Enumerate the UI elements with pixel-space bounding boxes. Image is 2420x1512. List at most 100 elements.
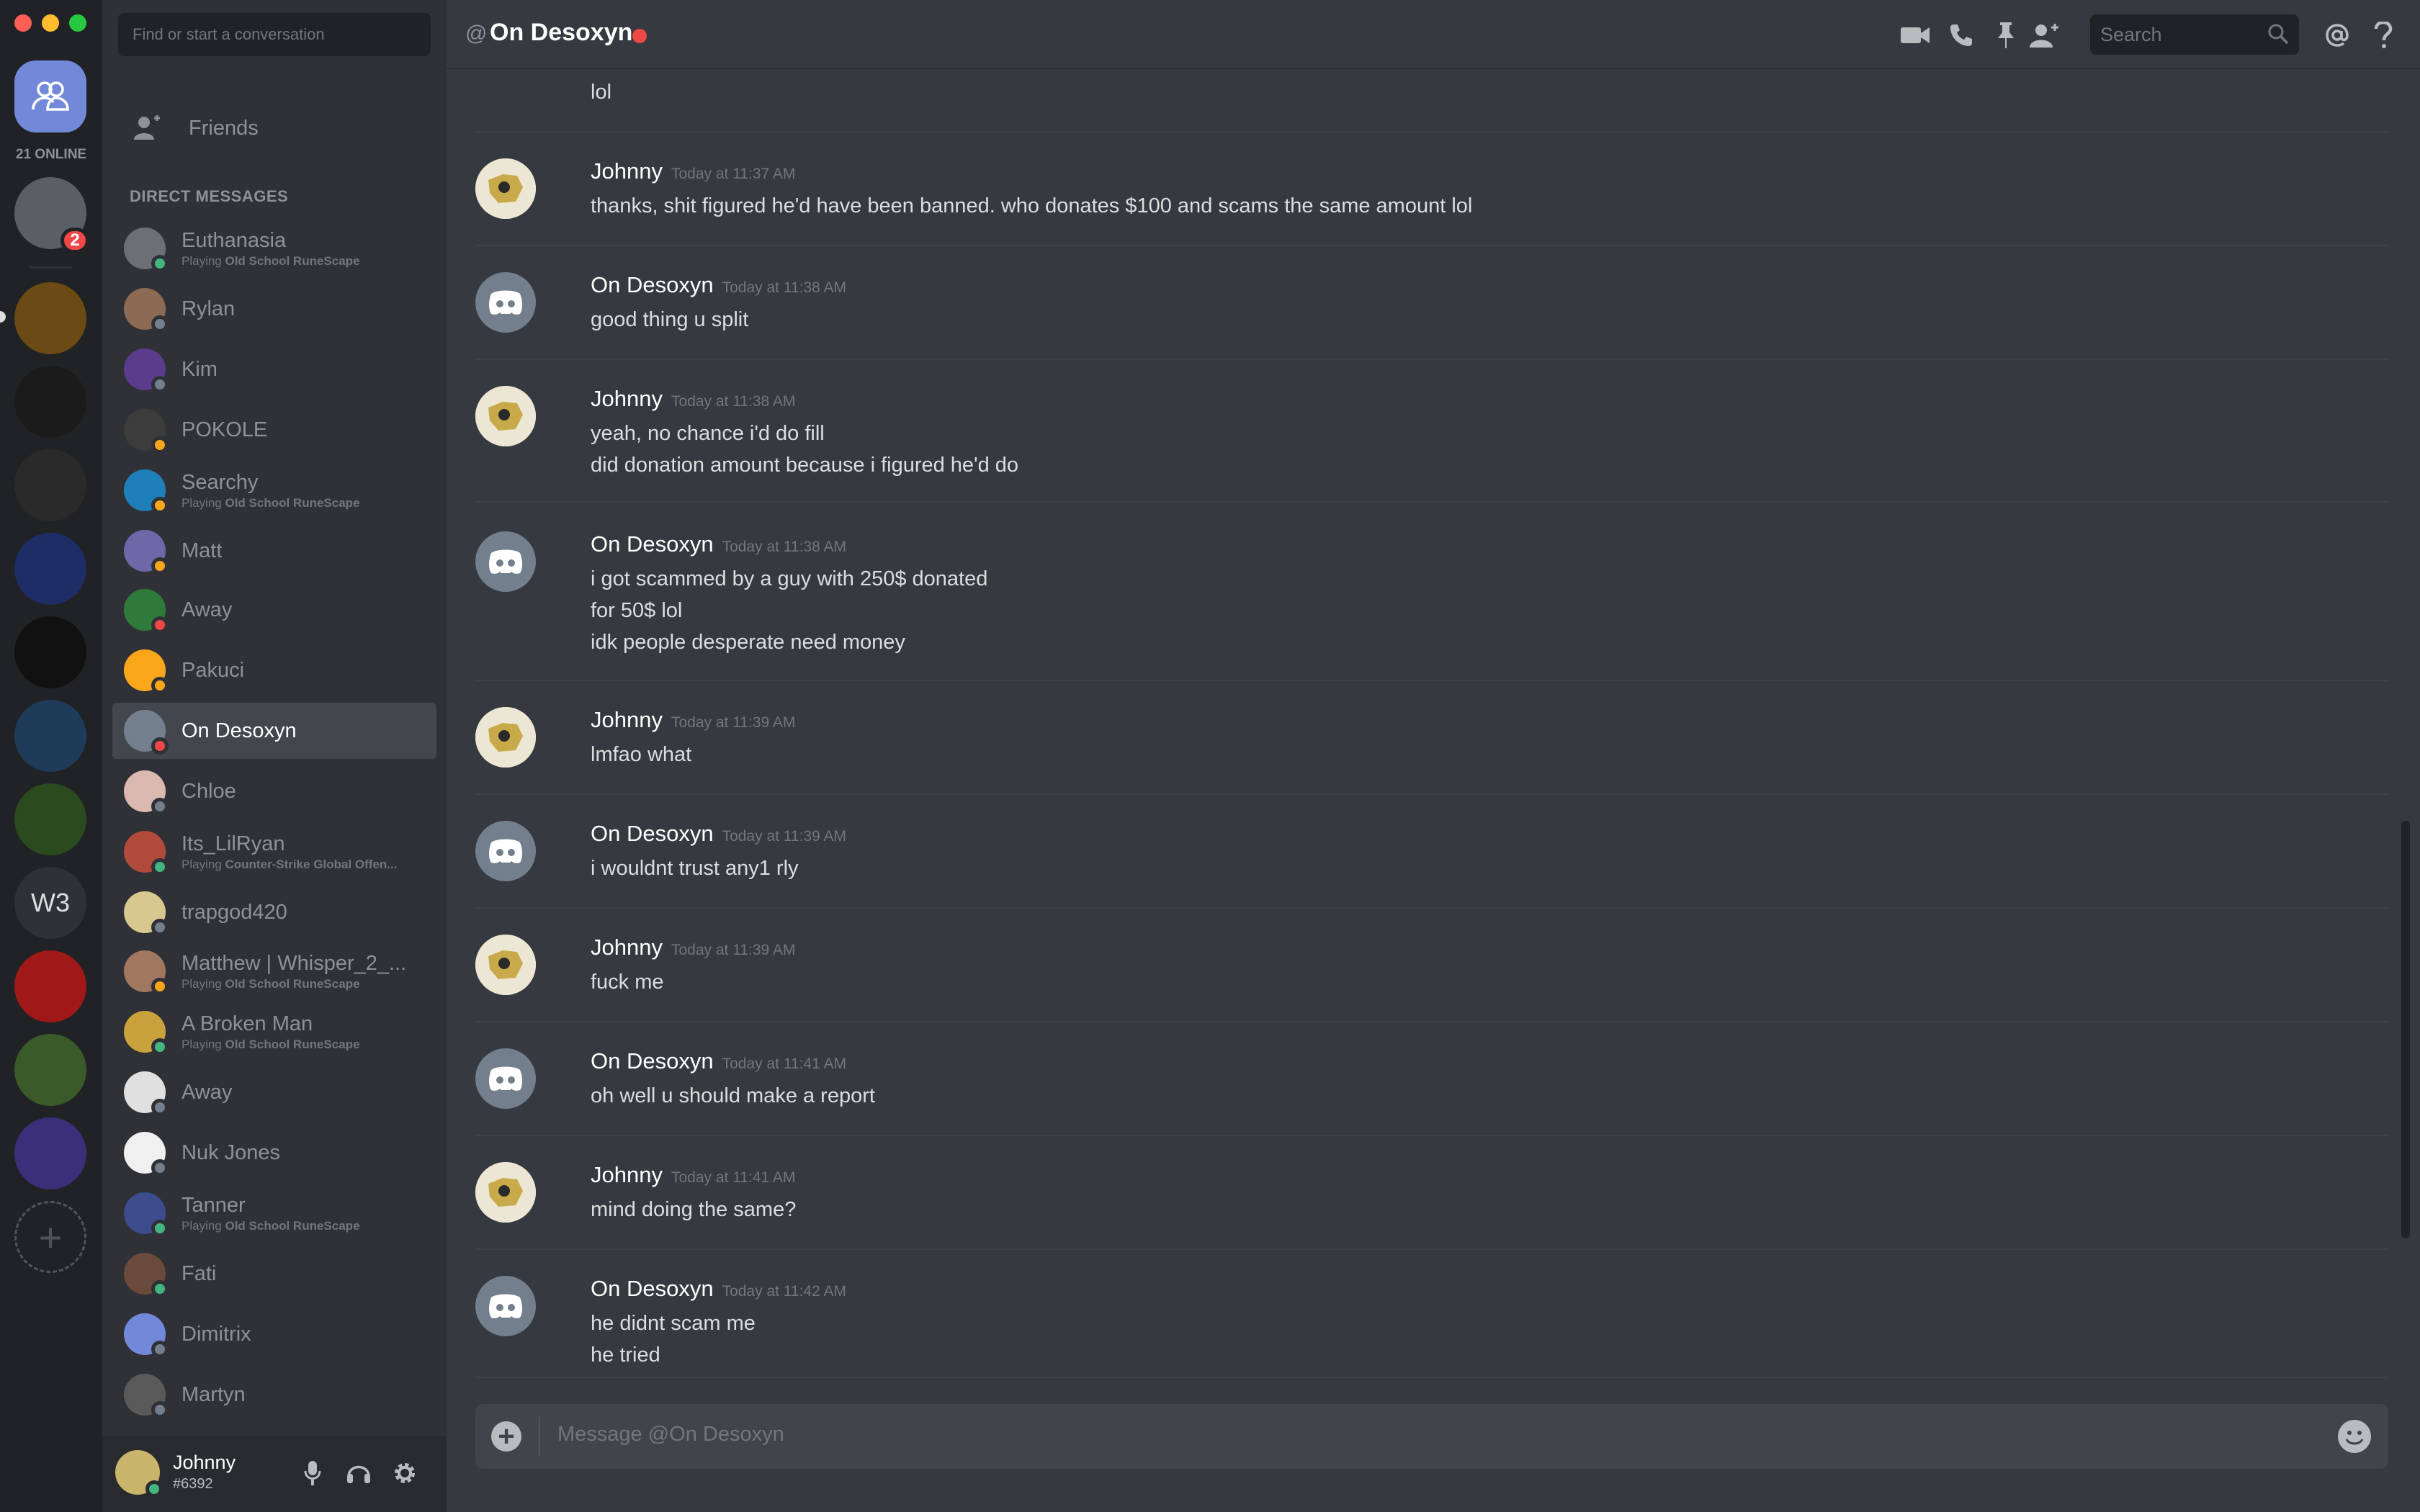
dm-item[interactable]: Martyn [112,1367,436,1423]
user-avatar[interactable] [475,935,536,995]
window-zoom-button[interactable] [69,14,86,32]
status-indicator [151,1038,169,1056]
message-author[interactable]: Johnny [591,158,663,184]
find-conversation-input[interactable]: Find or start a conversation [118,13,431,56]
dm-name: trapgod420 [182,900,287,924]
message-timestamp: Today at 11:37 AM [671,166,796,182]
message-author[interactable]: Johnny [591,707,663,732]
dm-activity: Playing Counter-Strike Global Offen... [182,858,397,872]
settings-icon[interactable] [389,1457,421,1489]
window-close-button[interactable] [14,14,32,32]
message-composer[interactable]: + Message @On Desoxyn [475,1404,2388,1469]
message-author-line: Johnny Today at 11:38 AM [591,386,795,412]
server-icon[interactable] [14,700,86,772]
friends-label: Friends [189,116,259,140]
message-author[interactable]: On Desoxyn [591,272,714,297]
user-avatar[interactable] [115,1450,163,1498]
dm-item[interactable]: Dimitrix [112,1306,436,1362]
dm-item[interactable]: Matt [112,523,436,579]
server-unread-pill [0,311,6,323]
dm-avatar [124,409,169,454]
message-input[interactable]: Message @On Desoxyn [557,1423,784,1446]
message-author[interactable]: Johnny [591,1162,663,1187]
dm-item[interactable]: Searchy Playing Old School RuneScape [112,462,436,518]
pin-icon[interactable] [1989,19,2022,52]
message-author[interactable]: On Desoxyn [591,1276,714,1301]
dm-item[interactable]: Pakuci [112,642,436,698]
dm-item[interactable]: Chloe [112,763,436,819]
server-icon[interactable] [14,533,86,605]
dm-name: Searchy [182,470,259,494]
activity-prefix: Playing [182,495,225,510]
add-server-button[interactable]: + [14,1201,86,1273]
user-avatar[interactable] [475,1162,536,1223]
help-icon[interactable] [2367,19,2400,52]
dm-avatar [124,710,169,755]
message-author[interactable]: Johnny [591,386,663,411]
dm-item[interactable]: A Broken Man Playing Old School RuneScape [112,1004,436,1060]
dm-avatar [124,831,169,876]
message-text: lmfao what [591,743,692,766]
dm-item[interactable]: Fati [112,1246,436,1302]
server-icon[interactable] [14,1034,86,1106]
message-author[interactable]: On Desoxyn [591,531,714,557]
dm-text: A Broken Man Playing Old School RuneScape [182,1012,360,1052]
message-scrollbar[interactable] [2401,821,2410,1238]
message-text: fuck me [591,971,664,994]
dm-item[interactable]: Euthanasia Playing Old School RuneScape [112,220,436,276]
header-search-input[interactable]: Search [2090,14,2299,55]
dm-item[interactable]: Away [112,582,436,638]
message-divider [475,793,2388,795]
dm-item[interactable]: POKOLE [112,402,436,458]
user-avatar[interactable] [475,386,536,446]
server-icon[interactable] [14,1117,86,1189]
upload-plus-icon[interactable]: + [491,1421,521,1452]
server-icon[interactable] [14,783,86,855]
status-indicator [151,497,169,514]
dm-item[interactable]: Tanner Playing Old School RuneScape [112,1185,436,1241]
video-call-icon[interactable] [1899,19,1932,52]
message-author[interactable]: On Desoxyn [591,821,714,846]
server-icon[interactable] [14,449,86,521]
dm-avatar [124,1253,169,1297]
status-indicator [151,798,169,815]
dm-item[interactable]: trapgod420 [112,884,436,940]
dm-item[interactable]: Matthew | Whisper_2_... Playing Old Schoo… [112,943,436,999]
dm-text: POKOLE [182,418,267,442]
server-icon-w3[interactable]: W3 [14,867,86,939]
add-friend-icon[interactable] [2027,19,2060,52]
dm-item[interactable]: Its_LilRyan Playing Counter-Strike Global… [112,824,436,880]
default-avatar[interactable] [475,531,536,592]
message-author[interactable]: Johnny [591,935,663,960]
dm-item[interactable]: On Desoxyn [112,703,436,759]
emoji-picker-icon[interactable] [2338,1420,2371,1453]
server-icon[interactable] [14,616,86,688]
dm-item[interactable]: Rylan [112,281,436,337]
server-icon[interactable] [14,282,86,354]
user-avatar[interactable] [475,158,536,219]
default-avatar[interactable] [475,821,536,881]
window-minimize-button[interactable] [42,14,59,32]
message-text: he tried [591,1344,660,1367]
user-avatar[interactable] [475,707,536,768]
default-avatar[interactable] [475,272,536,333]
default-avatar[interactable] [475,1276,536,1336]
status-indicator [151,557,169,575]
dm-text: trapgod420 [182,901,287,924]
dm-item[interactable]: Nuk Jones [112,1125,436,1181]
message-author[interactable]: On Desoxyn [591,1048,714,1074]
dm-name: Kim [182,357,218,381]
dm-item[interactable]: Away [112,1064,436,1120]
friends-nav-item[interactable]: Friends [112,101,436,156]
microphone-icon[interactable] [297,1457,328,1489]
mention-icon[interactable] [2321,19,2354,52]
voice-call-icon[interactable] [1945,19,1978,52]
home-friends-button[interactable] [14,60,86,132]
server-icon[interactable] [14,366,86,438]
dm-avatar [124,1192,169,1237]
server-icon[interactable] [14,950,86,1022]
default-avatar[interactable] [475,1048,536,1109]
headphones-icon[interactable] [343,1457,375,1489]
dm-item[interactable]: Kim [112,341,436,397]
status-indicator [151,919,169,936]
